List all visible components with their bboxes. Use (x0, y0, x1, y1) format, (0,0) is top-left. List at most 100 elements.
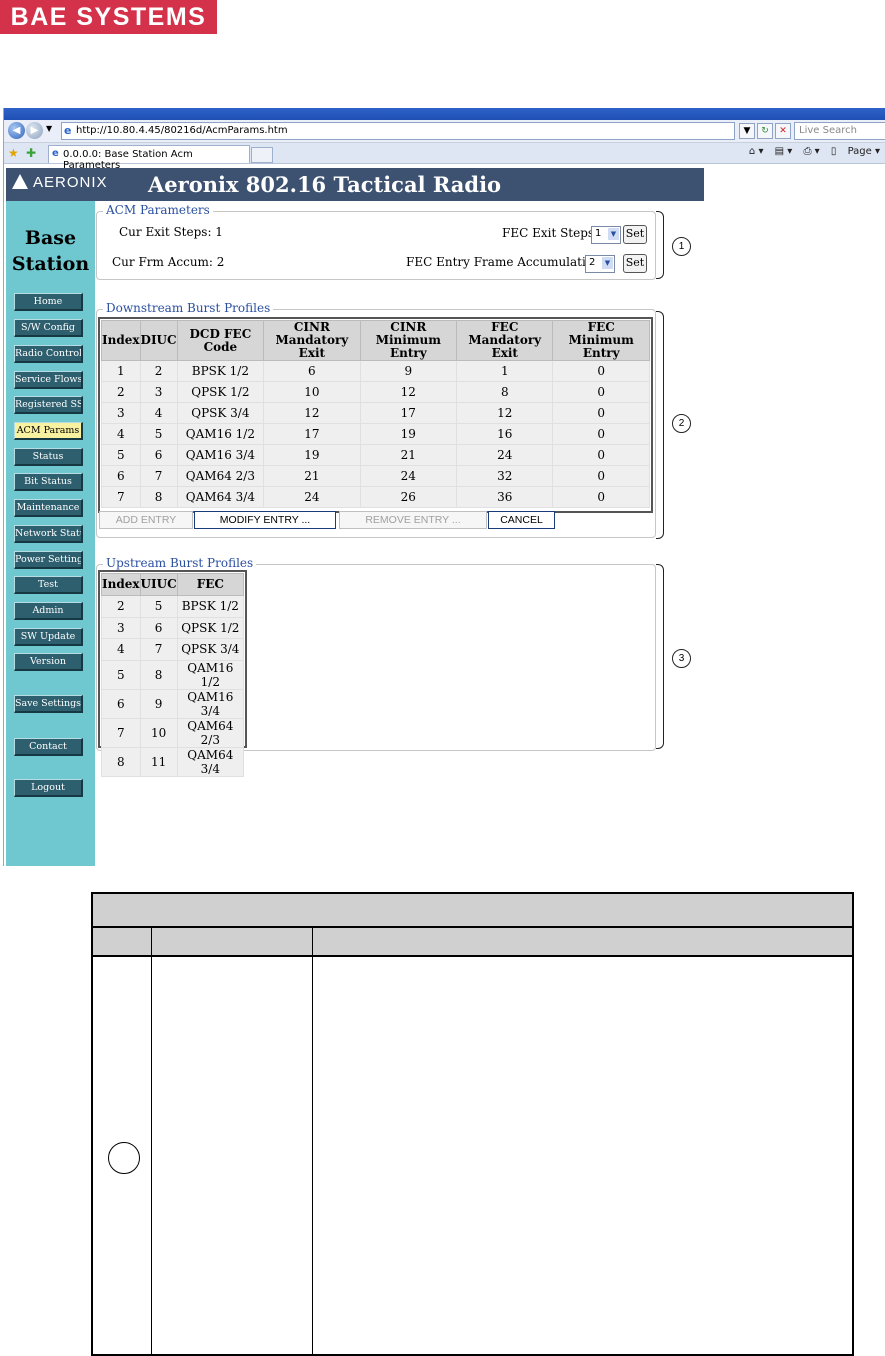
cell: 5 (139, 423, 178, 445)
sidebar-item-logout[interactable]: Logout (14, 779, 83, 797)
fec-entry-frame-accumulation-select[interactable]: 2 ▼ (585, 255, 615, 273)
cell: 16 (456, 423, 554, 445)
cell: 4 (139, 402, 178, 424)
home-icon[interactable]: ⌂ ▾ (749, 146, 764, 157)
cell: 17 (263, 423, 361, 445)
table-row[interactable]: 7 10 QAM64 2/3 (101, 717, 245, 748)
sidebar-item-home[interactable]: Home (14, 293, 83, 311)
cell: 7 (139, 465, 178, 487)
cell: 1 (456, 360, 554, 382)
search-input[interactable]: Live Search (794, 122, 885, 140)
table-row[interactable]: 3 6 QPSK 1/2 (101, 616, 245, 639)
set-fec-entry-button[interactable]: Set (623, 254, 647, 273)
table-row[interactable]: 1 2 BPSK 1/2 6 9 1 0 (101, 360, 650, 382)
add-favorite-icon[interactable]: ✚ (26, 146, 36, 160)
feeds-icon[interactable]: ▤ ▾ (775, 146, 793, 157)
sidebar-item-contact[interactable]: Contact (14, 738, 83, 756)
acm-parameters-group (96, 211, 656, 280)
sidebar-item-power-settings[interactable]: Power Settings (14, 551, 83, 569)
sidebar-item-test[interactable]: Test (14, 576, 83, 594)
sidebar-item-maintenance[interactable]: Maintenance (14, 499, 83, 517)
sidebar-item-bit-status[interactable]: Bit Status (14, 473, 83, 491)
modify-entry-button[interactable]: MODIFY ENTRY ... (194, 511, 336, 529)
tab-page-icon: e (52, 148, 59, 159)
cell: 9 (139, 688, 178, 719)
table-row[interactable]: 7 8 QAM64 3/4 24 26 36 0 (101, 486, 650, 508)
cancel-button[interactable]: CANCEL (488, 511, 555, 529)
callout-circle (108, 1142, 140, 1174)
table-row[interactable]: 4 5 QAM16 1/2 17 19 16 0 (101, 423, 650, 445)
remove-entry-button[interactable]: REMOVE ENTRY ... (339, 511, 487, 529)
cell: 17 (359, 402, 458, 424)
table-row[interactable]: 4 7 QPSK 3/4 (101, 638, 245, 661)
table-row[interactable]: 3 4 QPSK 3/4 12 17 12 0 (101, 402, 650, 424)
sidebar-item-radio-control[interactable]: Radio Control (14, 345, 83, 363)
sidebar-item-save-settings[interactable]: Save Settings (14, 695, 83, 713)
history-dropdown-icon[interactable]: ▼ (46, 124, 52, 133)
callout-1: 1 (672, 237, 691, 256)
cell: 19 (359, 423, 458, 445)
header-diuc: DIUC (139, 320, 178, 361)
stop-icon[interactable]: ✕ (775, 123, 791, 139)
table-row[interactable]: 5 8 QAM16 1/2 (101, 659, 245, 690)
address-bar[interactable]: e http://10.80.4.45/80216d/AcmParams.htm (61, 122, 735, 140)
column-divider (312, 928, 313, 1354)
cell: 10 (263, 381, 361, 403)
address-toolbar: ◀ ▶ ▼ e http://10.80.4.45/80216d/AcmPara… (4, 120, 885, 143)
set-fec-exit-steps-button[interactable]: Set (623, 225, 647, 244)
table-row[interactable]: 2 5 BPSK 1/2 (101, 595, 245, 618)
tab-acm-parameters[interactable]: e 0.0.0.0: Base Station Acm Parameters (48, 145, 250, 171)
table-row[interactable]: 6 9 QAM16 3/4 (101, 688, 245, 719)
sidebar-item-registered-sss[interactable]: Registered SSs (14, 396, 83, 414)
refresh-icon[interactable]: ↻ (757, 123, 773, 139)
cell: 10 (139, 717, 178, 748)
sidebar-item-network-status[interactable]: Network Status (14, 525, 83, 543)
sidebar-item-acm-params[interactable]: ACM Params (14, 422, 83, 440)
cell: 2 (101, 595, 141, 618)
sidebar-item-sw-config[interactable]: S/W Config (14, 319, 83, 337)
bracket-1 (656, 211, 664, 279)
cell: QAM16 1/2 (176, 423, 265, 445)
cell: 24 (359, 465, 458, 487)
cell: 1 (101, 360, 141, 382)
table-row[interactable]: 8 11 QAM64 3/4 (101, 746, 245, 777)
cell: 21 (359, 444, 458, 466)
cell: 5 (139, 595, 178, 618)
new-tab-button[interactable] (251, 147, 273, 163)
cell: 5 (101, 659, 141, 690)
chevron-down-icon: ▼ (602, 257, 613, 269)
aeronix-logo: AERONIX (12, 174, 108, 191)
table-row[interactable]: 5 6 QAM16 3/4 19 21 24 0 (101, 444, 650, 466)
upstream-table: Index UIUC FEC 2 5 BPSK 1/2 3 6 QPSK 1/2 47Q… (101, 573, 245, 777)
cell: QAM64 2/3 (176, 717, 245, 748)
sidebar-item-service-flows[interactable]: Service Flows (14, 371, 83, 389)
address-url[interactable]: http://10.80.4.45/80216d/AcmParams.htm (76, 125, 288, 136)
sidebar-item-version[interactable]: Version (14, 653, 83, 671)
fec-exit-steps-select[interactable]: 1 ▼ (591, 226, 621, 244)
print-icon[interactable]: ⎙ ▾ (804, 146, 820, 157)
sidebar-title-line1: Base (24, 227, 77, 249)
add-entry-button[interactable]: ADD ENTRY (99, 511, 193, 529)
sidebar-item-admin[interactable]: Admin (14, 602, 83, 620)
favorites-star-icon[interactable]: ★ (8, 146, 19, 160)
description-table-header (93, 894, 852, 928)
table-row[interactable]: 2 3 QPSK 1/2 10 12 8 0 (101, 381, 650, 403)
page-menu[interactable]: ▯ Page ▾ (831, 146, 880, 157)
back-arrow-icon[interactable]: ◀ (8, 122, 25, 139)
acm-parameters-legend: ACM Parameters (103, 204, 213, 217)
command-bar: ⌂ ▾ ▤ ▾ ⎙ ▾ ▯ Page ▾ (741, 146, 880, 157)
header-diuc-line1: DIUC (140, 333, 177, 347)
search-placeholder: Live Search (799, 125, 857, 136)
sidebar-item-status[interactable]: Status (14, 448, 83, 466)
sidebar-item-sw-update[interactable]: SW Update (14, 628, 83, 646)
cell: 7 (101, 486, 141, 508)
bae-systems-logo: BAE SYSTEMS (0, 0, 217, 34)
table-row[interactable]: 6 7 QAM64 2/3 21 24 32 0 (101, 465, 650, 487)
address-dropdown-icon[interactable]: ▼ (739, 123, 755, 139)
cell: 8 (101, 746, 141, 777)
cell: 24 (263, 486, 361, 508)
forward-arrow-icon[interactable]: ▶ (26, 122, 43, 139)
cell: 11 (139, 746, 178, 777)
header-cinr-entry-line1: CINR (390, 320, 427, 334)
header-cinr-exit-line1: CINR (293, 320, 330, 334)
